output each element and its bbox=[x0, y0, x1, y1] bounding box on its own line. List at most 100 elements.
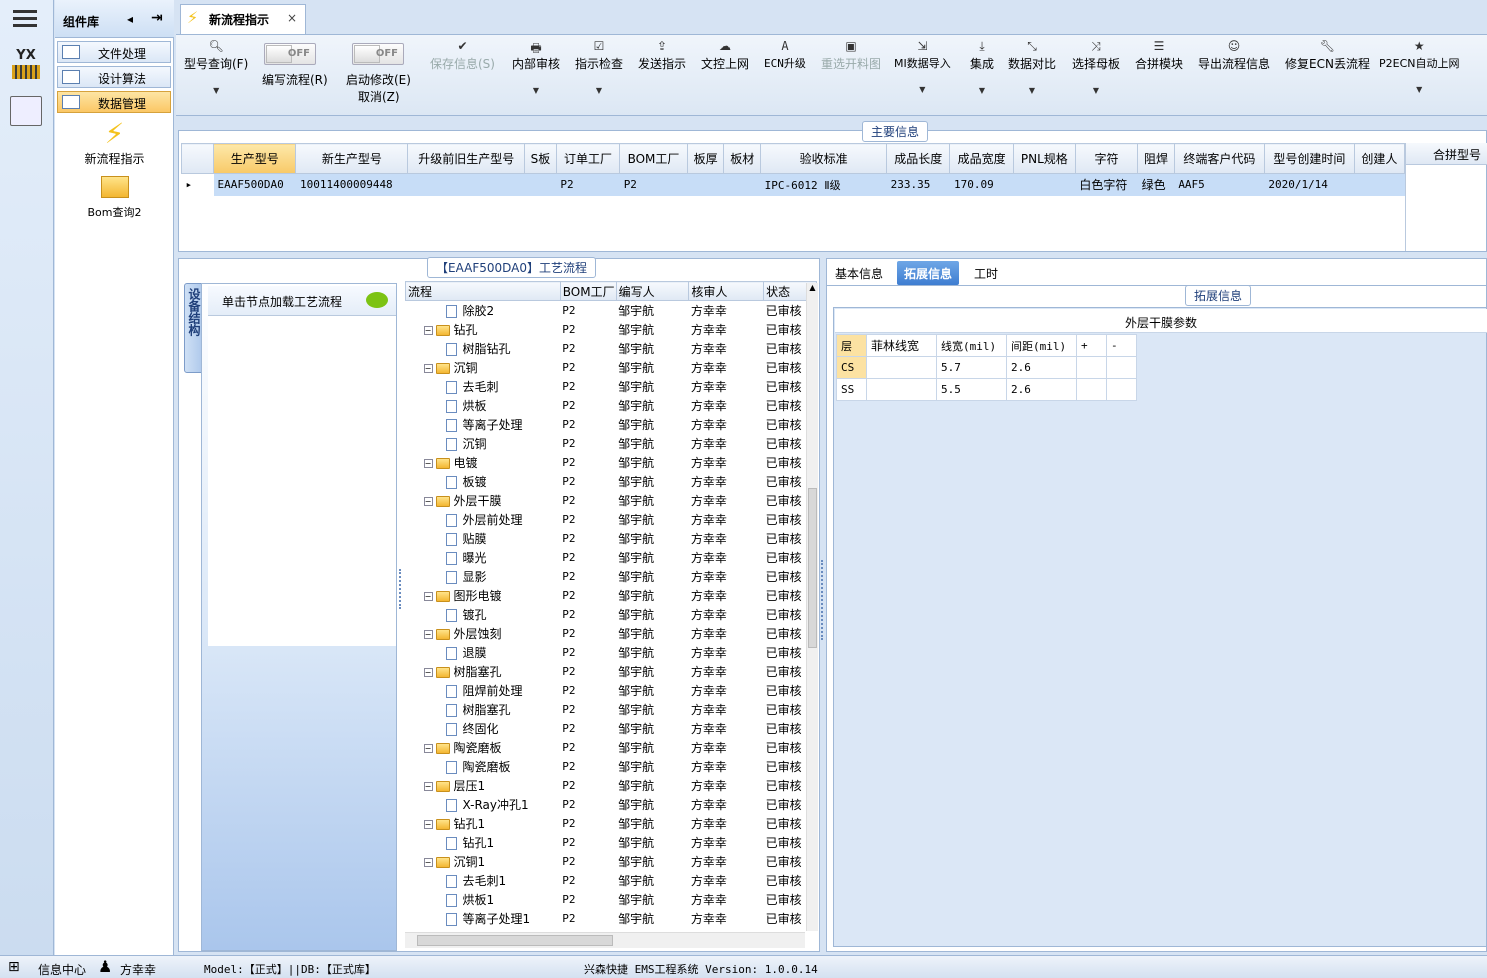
flow-cell-factory[interactable]: P2 bbox=[560, 738, 616, 757]
flow-cell-factory[interactable]: P2 bbox=[560, 814, 616, 833]
collapse-icon[interactable]: − bbox=[423, 743, 433, 753]
flow-node[interactable]: − 沉铜1 bbox=[406, 852, 561, 871]
flow-node[interactable]: 外层前处理 bbox=[406, 510, 561, 529]
chevron-down-icon[interactable]: ▼ bbox=[575, 86, 623, 95]
flow-cell-writer[interactable]: 邹宇航 bbox=[616, 529, 689, 548]
flow-cell-reviewer[interactable]: 方幸幸 bbox=[689, 643, 764, 662]
flow-cell-factory[interactable]: P2 bbox=[560, 301, 616, 320]
flow-node[interactable]: 等离子处理 bbox=[406, 415, 561, 434]
flow-cell-writer[interactable]: 邹宇航 bbox=[616, 795, 689, 814]
column-header[interactable]: 板材 bbox=[723, 143, 762, 174]
flow-cell-factory[interactable]: P2 bbox=[560, 377, 616, 396]
flow-cell-writer[interactable]: 邹宇航 bbox=[616, 510, 689, 529]
table-cell[interactable]: 白色字符 bbox=[1075, 173, 1138, 196]
flow-node[interactable]: 退膜 bbox=[406, 643, 561, 662]
flow-cell-factory[interactable]: P2 bbox=[560, 567, 616, 586]
component-item-data[interactable]: 数据管理 bbox=[57, 91, 171, 113]
table-cell[interactable] bbox=[687, 173, 724, 196]
chevron-down-icon[interactable]: ▼ bbox=[512, 86, 560, 95]
merge-model-header[interactable]: 合拼型号 bbox=[1406, 143, 1487, 165]
flow-row[interactable]: 除胶2 P2 邹宇航 方幸幸 已审核 bbox=[406, 301, 817, 320]
collapse-icon[interactable]: − bbox=[423, 325, 433, 335]
table-cell[interactable]: P2 bbox=[619, 173, 688, 196]
flow-cell-writer[interactable]: 邹宇航 bbox=[616, 909, 689, 928]
flow-cell-factory[interactable]: P2 bbox=[560, 491, 616, 510]
table-cell[interactable]: 10011400009448 bbox=[295, 173, 408, 196]
column-header[interactable]: 流程 bbox=[405, 281, 561, 301]
table-cell[interactable] bbox=[1106, 356, 1137, 379]
table-cell[interactable]: 2020/1/14 bbox=[1264, 173, 1355, 196]
table-cell[interactable]: 绿色 bbox=[1137, 173, 1175, 196]
export-button[interactable]: ☺ 导出流程信息 bbox=[1198, 39, 1270, 72]
flow-cell-factory[interactable]: P2 bbox=[560, 795, 616, 814]
flow-row[interactable]: 外层前处理 P2 邹宇航 方幸幸 已审核 bbox=[406, 510, 817, 529]
flow-row[interactable]: − 外层蚀刻 P2 邹宇航 方幸幸 已审核 bbox=[406, 624, 817, 643]
flow-cell-reviewer[interactable]: 方幸幸 bbox=[689, 700, 764, 719]
flow-cell-writer[interactable]: 邹宇航 bbox=[616, 605, 689, 624]
tab-extended-info[interactable]: 拓展信息 bbox=[897, 261, 960, 285]
flow-cell-reviewer[interactable]: 方幸幸 bbox=[689, 548, 764, 567]
flow-cell-reviewer[interactable]: 方幸幸 bbox=[689, 396, 764, 415]
launcher-new-flow[interactable]: ⚡ 新流程指示 bbox=[55, 118, 174, 167]
ecn-button[interactable]: A ECN升级 bbox=[764, 39, 806, 71]
column-header[interactable]: 生产型号 bbox=[212, 143, 297, 174]
flow-node[interactable]: 树脂塞孔 bbox=[406, 700, 561, 719]
collapse-icon[interactable]: − bbox=[423, 857, 433, 867]
flow-cell-factory[interactable]: P2 bbox=[560, 586, 616, 605]
flow-cell-writer[interactable]: 邹宇航 bbox=[616, 415, 689, 434]
flow-node[interactable]: − 沉铜 bbox=[406, 358, 561, 377]
table-cell[interactable]: CS bbox=[836, 356, 867, 379]
flow-cell-factory[interactable]: P2 bbox=[560, 453, 616, 472]
flow-cell-reviewer[interactable]: 方幸幸 bbox=[689, 339, 764, 358]
chevron-down-icon[interactable]: ▼ bbox=[970, 86, 994, 95]
flow-cell-writer[interactable]: 邹宇航 bbox=[616, 776, 689, 795]
tab-new-flow[interactable]: ⚡ 新流程指示 × bbox=[180, 4, 306, 34]
flow-row[interactable]: 陶瓷磨板 P2 邹宇航 方幸幸 已审核 bbox=[406, 757, 817, 776]
flow-cell-reviewer[interactable]: 方幸幸 bbox=[689, 453, 764, 472]
flow-cell-factory[interactable]: P2 bbox=[560, 890, 616, 909]
collapse-icon[interactable]: − bbox=[423, 363, 433, 373]
table-cell[interactable] bbox=[1076, 356, 1107, 379]
compare-button[interactable]: ⤡ 数据对比 ▼ bbox=[1008, 39, 1056, 95]
flow-row[interactable]: 沉铜 P2 邹宇航 方幸幸 已审核 bbox=[406, 434, 817, 453]
flow-cell-reviewer[interactable]: 方幸幸 bbox=[689, 757, 764, 776]
flow-row[interactable]: 树脂塞孔 P2 邹宇航 方幸幸 已审核 bbox=[406, 700, 817, 719]
add-column-button[interactable]: + bbox=[1076, 334, 1107, 357]
column-header[interactable]: 间距(mil) bbox=[1006, 334, 1077, 357]
flow-cell-writer[interactable]: 邹宇航 bbox=[616, 643, 689, 662]
flow-row[interactable]: 等离子处理 P2 邹宇航 方幸幸 已审核 bbox=[406, 415, 817, 434]
flow-cell-reviewer[interactable]: 方幸幸 bbox=[689, 320, 764, 339]
flow-row[interactable]: − 树脂塞孔 P2 邹宇航 方幸幸 已审核 bbox=[406, 662, 817, 681]
flow-node[interactable]: 除胶2 bbox=[406, 301, 561, 320]
chevron-down-icon[interactable]: ▼ bbox=[894, 85, 951, 94]
flow-node[interactable]: 显影 bbox=[406, 567, 561, 586]
tab-basic-info[interactable]: 基本信息 bbox=[828, 261, 890, 285]
device-tree[interactable] bbox=[208, 316, 396, 646]
flow-cell-writer[interactable]: 邹宇航 bbox=[616, 358, 689, 377]
table-cell[interactable] bbox=[866, 356, 937, 379]
flow-node[interactable]: 等离子处理1 bbox=[406, 909, 561, 928]
flow-cell-reviewer[interactable]: 方幸幸 bbox=[689, 472, 764, 491]
flow-row[interactable]: 等离子处理1 P2 邹宇航 方幸幸 已审核 bbox=[406, 909, 817, 928]
flow-cell-writer[interactable]: 邹宇航 bbox=[616, 396, 689, 415]
reselect-button[interactable]: ▣ 重选开料图 bbox=[821, 39, 881, 72]
flow-cell-factory[interactable]: P2 bbox=[560, 510, 616, 529]
flow-cell-reviewer[interactable]: 方幸幸 bbox=[689, 738, 764, 757]
flow-cell-writer[interactable]: 邹宇航 bbox=[616, 586, 689, 605]
table-cell[interactable] bbox=[1076, 378, 1107, 401]
flow-cell-reviewer[interactable]: 方幸幸 bbox=[689, 567, 764, 586]
flow-node[interactable]: 阻焊前处理 bbox=[406, 681, 561, 700]
column-header[interactable]: 菲林线宽 bbox=[866, 334, 937, 357]
flow-cell-reviewer[interactable]: 方幸幸 bbox=[689, 909, 764, 928]
send-button[interactable]: ⇪ 发送指示 bbox=[638, 39, 686, 72]
flow-node[interactable]: − 电镀 bbox=[406, 453, 561, 472]
flow-row[interactable]: 树脂钻孔 P2 邹宇航 方幸幸 已审核 bbox=[406, 339, 817, 358]
table-row[interactable]: ▸ EAAF500DA0 10011400009448 P2 P2 IPC-60… bbox=[181, 173, 1405, 196]
flow-row[interactable]: − 沉铜1 P2 邹宇航 方幸幸 已审核 bbox=[406, 852, 817, 871]
save-button[interactable]: ✔ 保存信息(S) bbox=[430, 39, 495, 72]
flow-cell-writer[interactable]: 邹宇航 bbox=[616, 567, 689, 586]
collapse-left-icon[interactable]: ◂ bbox=[127, 12, 133, 26]
flow-cell-factory[interactable]: P2 bbox=[560, 700, 616, 719]
flow-cell-writer[interactable]: 邹宇航 bbox=[616, 472, 689, 491]
table-cell[interactable]: 5.7 bbox=[936, 356, 1007, 379]
